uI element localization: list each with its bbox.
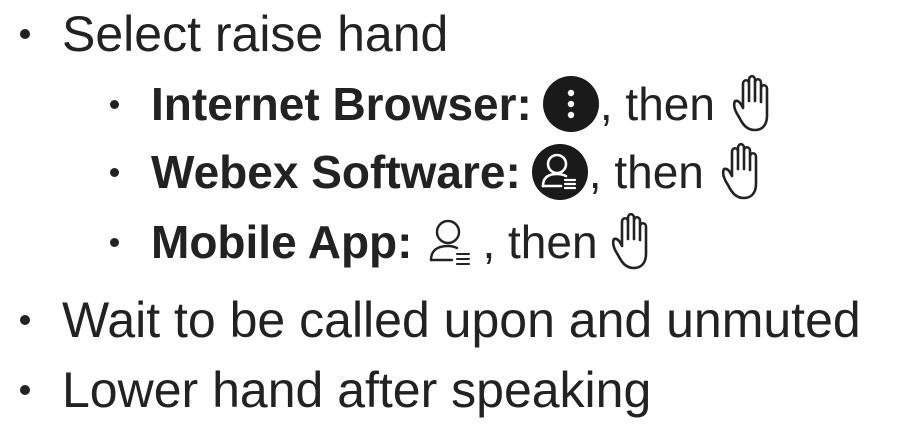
participants-icon (426, 214, 476, 270)
bullet-text: Select raise hand (62, 6, 449, 62)
bullet-internet-browser: Internet Browser: , then (0, 75, 771, 133)
instruction-slide: Select raise hand Internet Browser: , th… (0, 0, 922, 435)
bullet-lower-hand: Lower hand after speaking (0, 362, 651, 418)
bullet-dot (110, 99, 119, 109)
bullet-dot (110, 167, 119, 177)
bullet-wait: Wait to be called upon and unmuted (0, 292, 861, 348)
bullet-webex-software: Webex Software: , then (0, 143, 760, 201)
then-text: , then (599, 78, 715, 130)
bullet-select-raise-hand: Select raise hand (0, 6, 448, 62)
raise-hand-icon (608, 213, 650, 271)
bullet-dot (20, 29, 30, 39)
bullet-dot (20, 315, 30, 325)
raise-hand-icon (729, 75, 771, 133)
platform-label: Webex Software: (151, 146, 521, 198)
bullet-dot (110, 237, 119, 247)
then-text: , then (482, 216, 598, 268)
bullet-dot (20, 385, 30, 395)
raise-hand-icon (718, 143, 760, 201)
platform-label: Internet Browser: (151, 78, 532, 130)
bullet-text: Lower hand after speaking (62, 362, 652, 418)
bullet-mobile-app: Mobile App: , then (0, 212, 650, 272)
bullet-text: Wait to be called upon and unmuted (62, 292, 861, 348)
participants-icon (531, 143, 589, 201)
then-text: , then (588, 146, 704, 198)
platform-label: Mobile App: (151, 216, 413, 268)
more-options-icon (542, 75, 600, 133)
